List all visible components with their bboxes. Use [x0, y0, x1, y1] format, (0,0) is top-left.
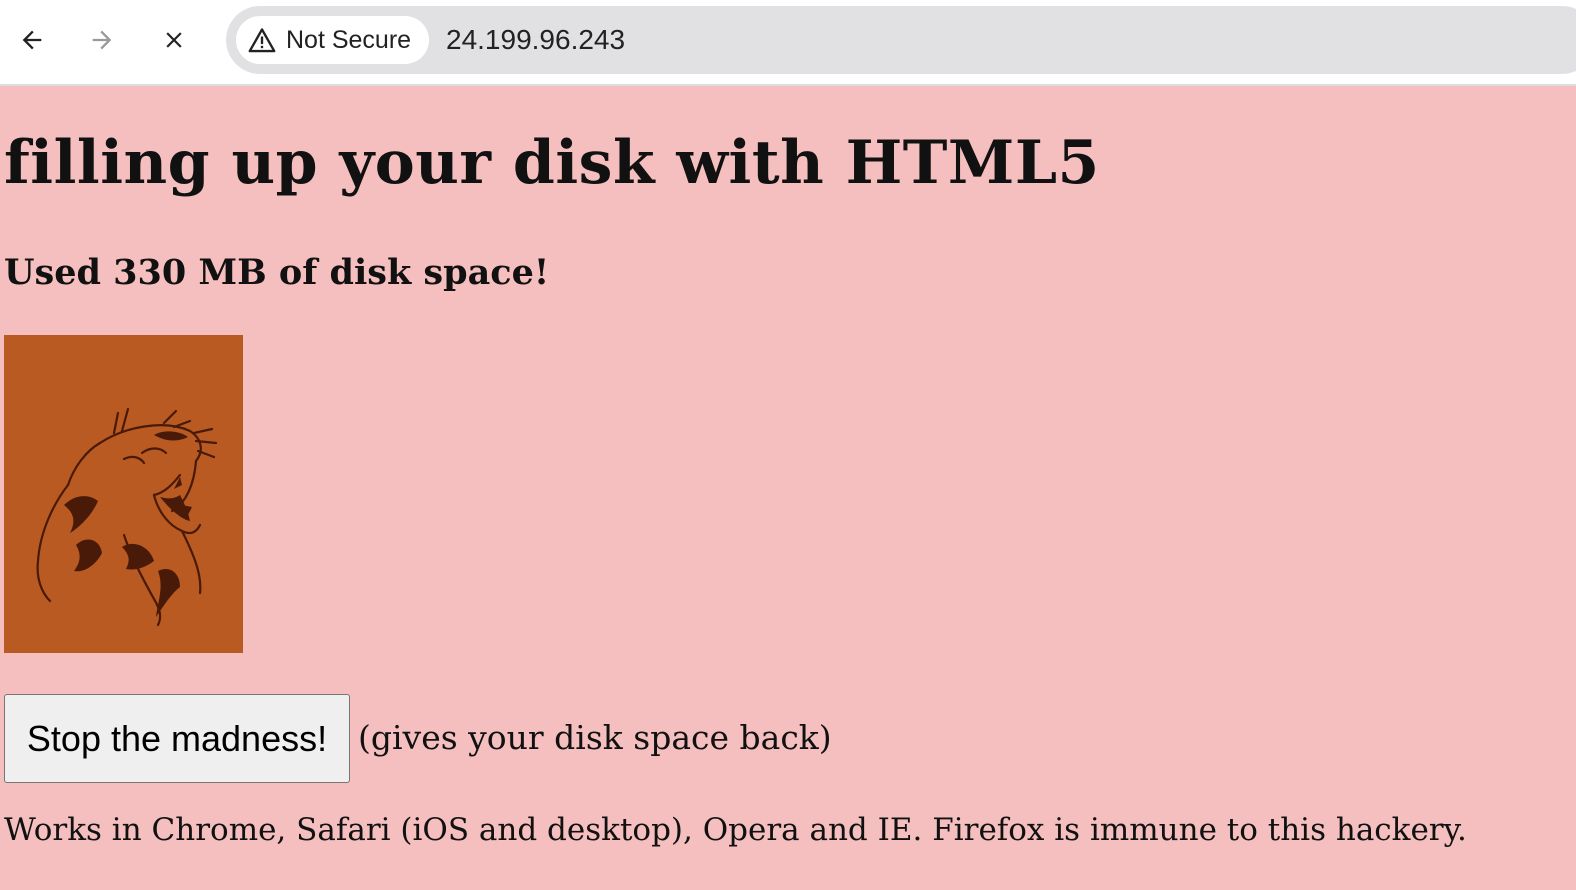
forward-button[interactable]	[82, 20, 122, 60]
security-label: Not Secure	[286, 25, 412, 54]
forward-arrow-icon	[92, 30, 112, 50]
page-title: filling up your disk with HTML5	[4, 128, 1100, 198]
mountain-lion-icon	[36, 407, 218, 627]
security-indicator[interactable]: Not Secure	[236, 16, 430, 64]
stop-loading-icon	[166, 32, 182, 48]
mountain-lion-image	[4, 335, 243, 653]
disk-usage-status: Used 330 MB of disk space!	[4, 252, 550, 293]
browser-toolbar: Not Secure 24.199.96.243	[0, 0, 1576, 86]
url-text[interactable]: 24.199.96.243	[446, 6, 625, 74]
stop-button-hint: (gives your disk space back)	[358, 718, 832, 757]
stop-the-madness-button[interactable]: Stop the madness!	[4, 694, 350, 783]
back-button[interactable]	[12, 20, 52, 60]
page-content: filling up your disk with HTML5 Used 330…	[0, 86, 1576, 890]
stop-loading-button[interactable]	[154, 20, 194, 60]
browser-compatibility-note: Works in Chrome, Safari (iOS and desktop…	[4, 812, 1467, 848]
warning-triangle-icon	[248, 27, 276, 53]
address-bar[interactable]: Not Secure 24.199.96.243	[226, 6, 1576, 74]
back-arrow-icon	[22, 30, 42, 50]
